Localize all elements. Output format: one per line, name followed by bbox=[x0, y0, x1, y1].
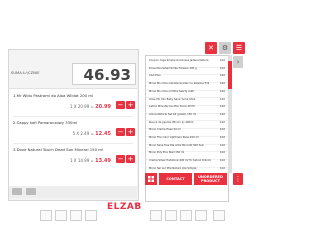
bottom-button[interactable] bbox=[213, 210, 225, 221]
receipt-line[interactable]: 3.Dove Natural Touch Dead Son Mineral 15… bbox=[9, 145, 137, 171]
product-price: $10 bbox=[220, 143, 225, 147]
bottom-button[interactable] bbox=[180, 210, 192, 221]
product-price: $10 bbox=[220, 151, 225, 155]
product-price: $10 bbox=[220, 128, 225, 132]
side-tab-icon[interactable]: › bbox=[233, 56, 243, 68]
side-action-icon[interactable]: ⋮ bbox=[233, 173, 243, 185]
line-name: 3.Dove Natural Touch Dead Son Mineral 15… bbox=[13, 147, 103, 152]
product-name: Mono Poly Ena Stall 150 ml bbox=[149, 151, 185, 155]
product-name: Mono Crema Hase 50 ml bbox=[149, 128, 181, 132]
receipt-footer-icon[interactable] bbox=[26, 188, 36, 195]
product-name: Nouva de pijama (Mnuro a) 400ml bbox=[149, 120, 194, 124]
grid-button[interactable] bbox=[145, 173, 157, 185]
product-name: Olive Mo Kilo Baby Sane Yuma Stick bbox=[149, 97, 196, 101]
product-price: $10 bbox=[220, 159, 225, 163]
receipt-footer-icon[interactable] bbox=[12, 188, 22, 195]
line-name: 1.Mr Widu Pastrami do Alaa Wildat 200 ml bbox=[13, 93, 94, 98]
menu-tool-icon[interactable]: ☰ bbox=[233, 42, 245, 54]
app-screen: SUMA ŁĄCZNIE 46.93 1.Mr Widu Pastrami do… bbox=[0, 0, 250, 250]
decrease-button[interactable]: − bbox=[116, 128, 125, 136]
bottom-button[interactable] bbox=[70, 210, 82, 221]
product-name: Mono Sana fine Ola oldie Mix kotl 500 Su… bbox=[149, 143, 204, 147]
unordered-label-2: PRODUCT bbox=[201, 179, 220, 183]
settings-tool-icon[interactable]: ⚙ bbox=[219, 42, 231, 54]
increase-button[interactable]: + bbox=[126, 155, 135, 163]
product-price: $10 bbox=[220, 82, 225, 86]
product-price: $10 bbox=[220, 74, 225, 78]
decrease-button[interactable]: − bbox=[116, 155, 125, 163]
bottom-button[interactable] bbox=[85, 210, 97, 221]
product-name: Mono Mo olive oil/natural plain nu alkal… bbox=[149, 82, 210, 86]
unordered-product-button[interactable]: UNORDERED PRODUCT bbox=[194, 173, 227, 185]
bottom-button[interactable] bbox=[150, 210, 162, 221]
grid-icon bbox=[148, 176, 154, 182]
receipt-lines: 1.Mr Widu Pastrami do Alaa Wildat 200 ml… bbox=[9, 88, 137, 187]
scrollbar-thumb[interactable] bbox=[228, 61, 232, 89]
bottom-button[interactable] bbox=[55, 210, 67, 221]
bottom-button[interactable] bbox=[40, 210, 52, 221]
line-calc: 5 X 2.49 = 12.45 bbox=[72, 131, 111, 137]
product-price: $10 bbox=[220, 120, 225, 124]
product-scrollbar[interactable] bbox=[228, 55, 232, 173]
line-calc: 1 X 14.99 = 13.49 bbox=[69, 158, 111, 164]
product-name: Crema Silver Pudstone 400 ml To Cabrul D… bbox=[149, 159, 211, 163]
receipt-line[interactable]: 2.Cappy kofi Pomaraczowy 330ml 5 X 2.49 … bbox=[9, 118, 137, 144]
receipt-line[interactable]: 1.Mr Widu Pastrami do Alaa Wildat 200 ml… bbox=[9, 91, 137, 117]
logo-sub: NEW bbox=[134, 203, 140, 206]
product-name: Coupon Yoga Simple Goodness Jadena Natur… bbox=[149, 59, 209, 62]
product-name: Mono The color Lightners Pane 400 ml bbox=[149, 136, 199, 139]
product-price: $10 bbox=[220, 112, 225, 116]
product-name: Dove Nourished Smile Flowers 200 g bbox=[149, 66, 197, 70]
product-price: $10 bbox=[220, 66, 225, 70]
divider bbox=[13, 143, 133, 144]
decrease-button[interactable]: − bbox=[116, 101, 125, 109]
line-name: 2.Cappy kofi Pomaraczowy 330ml bbox=[13, 120, 78, 125]
total-display: 46.93 bbox=[72, 63, 136, 85]
line-price: 13.49 bbox=[95, 158, 111, 164]
delete-tool-icon[interactable]: ✕ bbox=[205, 42, 217, 54]
product-price: $10 bbox=[220, 89, 225, 93]
product-price: $10 bbox=[220, 59, 225, 62]
product-name: Latino Mira Zer be Mon Tonia 30 Ml bbox=[149, 105, 195, 109]
product-name: Mono Mo olive oil Mira hearty Anth bbox=[149, 89, 195, 93]
line-calc: 1 X 20.99 = 20.99 bbox=[69, 104, 111, 110]
divider bbox=[13, 116, 133, 117]
bottom-button[interactable] bbox=[165, 210, 177, 221]
increase-button[interactable]: + bbox=[126, 101, 135, 109]
increase-button[interactable]: + bbox=[126, 128, 135, 136]
product-price: $10 bbox=[220, 166, 225, 170]
line-price: 20.99 bbox=[95, 104, 111, 110]
product-name: Mono Ser sur Pile Natura Jole Simple bbox=[149, 166, 197, 170]
bottom-button[interactable] bbox=[195, 210, 207, 221]
product-price: $10 bbox=[220, 136, 225, 139]
product-price: $10 bbox=[220, 105, 225, 109]
line-price: 12.45 bbox=[95, 131, 111, 137]
product-price: $10 bbox=[220, 97, 225, 101]
sum-label: SUMA ŁĄCZNIE bbox=[11, 71, 40, 75]
product-name: Adora Natural Set 40 (gosto) 150 ml bbox=[149, 112, 197, 116]
contact-button[interactable]: CONTACT bbox=[159, 173, 192, 185]
product-name: AAA Plus bbox=[149, 74, 161, 78]
